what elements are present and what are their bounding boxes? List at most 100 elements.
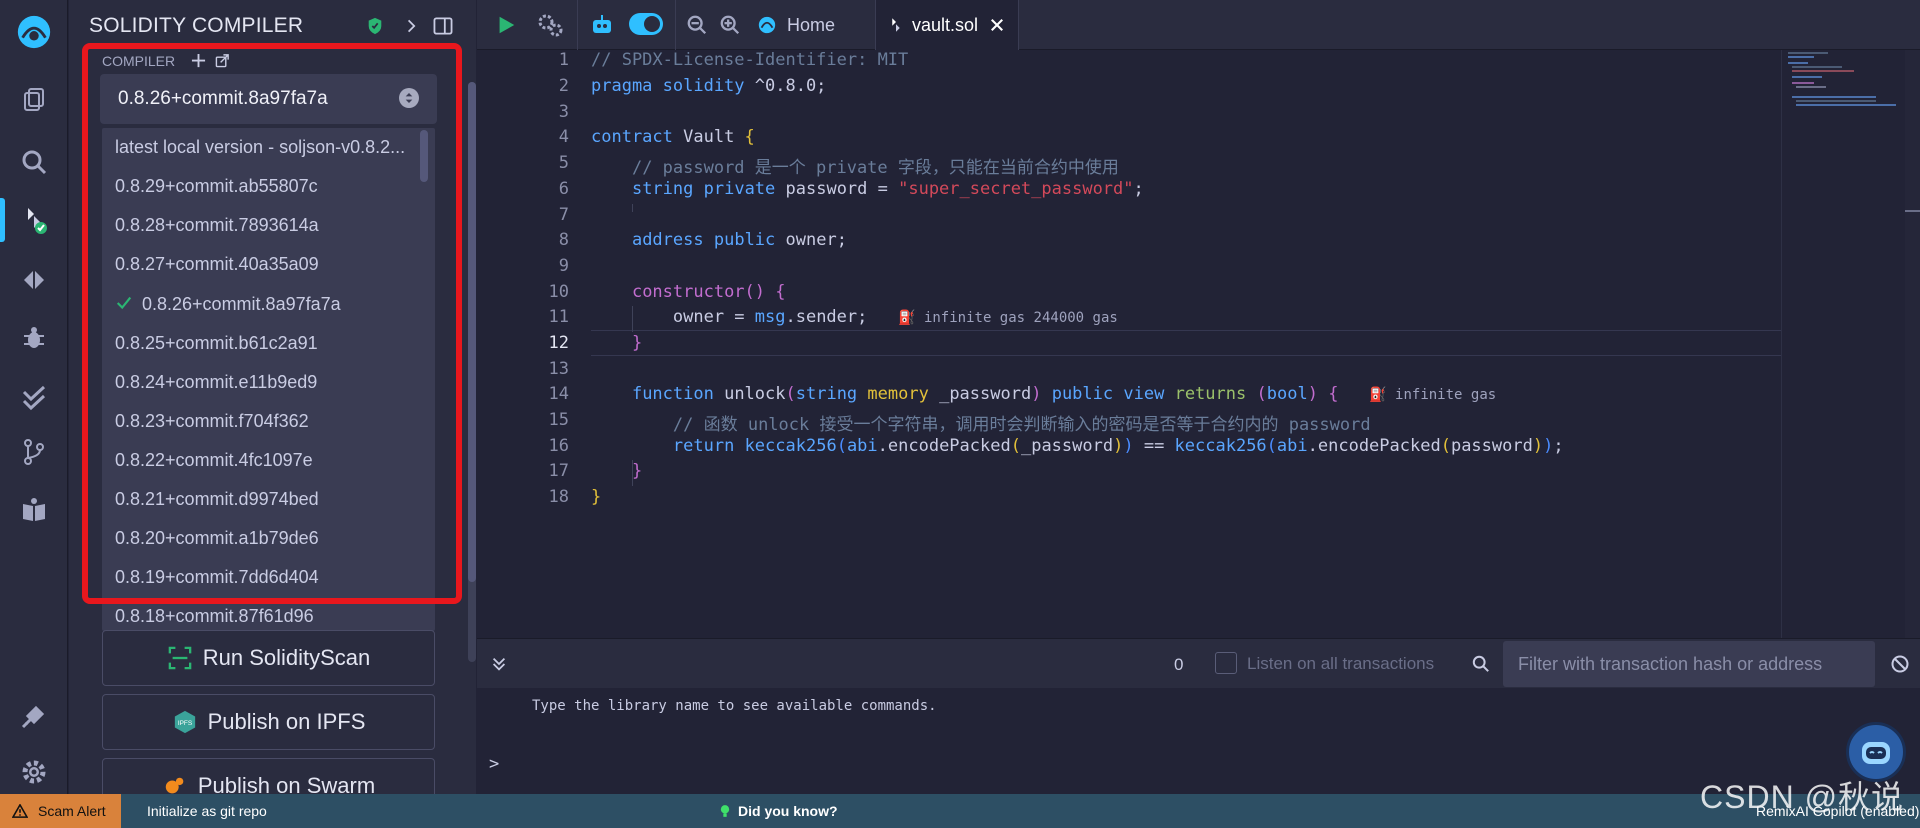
warning-icon — [12, 804, 28, 818]
code-line: // SPDX-License-Identifier: MIT — [591, 50, 909, 70]
tab-vault-sol[interactable]: vault.sol — [875, 0, 1020, 50]
gas-hint-text: infinite gas — [1395, 387, 1497, 403]
toggle-knob — [644, 16, 660, 32]
run-solidityscan-label: Run SolidityScan — [202, 645, 371, 670]
publish-swarm-button[interactable]: Publish on Swarm — [102, 758, 435, 794]
deploy-run-icon[interactable] — [14, 260, 54, 300]
line-number: 6 — [558, 179, 569, 199]
line-number: 9 — [558, 256, 569, 276]
listen-all-checkbox[interactable] — [1215, 652, 1237, 674]
side-panel: SOLIDITY COMPILER COMPILER 0.8.26+commit… — [69, 0, 476, 794]
code-line: return keccak256(abi.encodePacked(_passw… — [672, 436, 1564, 456]
highlight-annotation-frame — [82, 43, 462, 604]
side-panel-scrollbar[interactable] — [468, 82, 476, 662]
did-you-know-label: Did you know? — [738, 803, 838, 819]
remix-home-icon — [757, 15, 777, 35]
git-branch-icon[interactable] — [14, 432, 54, 472]
svg-text:IPFS: IPFS — [177, 720, 192, 727]
line-number: 15 — [548, 410, 569, 430]
collapse-terminal-icon[interactable] — [487, 652, 511, 676]
settings-icon[interactable] — [14, 752, 54, 792]
code-editor[interactable]: 1 2 3 4 5 6 7 8 9 10 11 12 13 14 15 16 1… — [477, 50, 1920, 638]
terminal-prompt[interactable]: > — [489, 754, 499, 774]
line-number: 8 — [558, 230, 569, 250]
code-line: contract Vault { — [591, 127, 755, 147]
csdn-watermark: CSDN @秋说 — [1700, 779, 1905, 815]
publish-ipfs-label: Publish on IPFS — [207, 709, 366, 734]
search-icon[interactable] — [14, 142, 54, 182]
toolbar-divider — [577, 0, 578, 50]
code-line: owner = msg.sender; ⛽ infinite gas 24400… — [591, 307, 1118, 327]
gas-estimate-hint: ⛽ infinite gas 244000 gas — [898, 310, 1118, 326]
learneth-icon[interactable] — [14, 490, 54, 530]
scam-alert-label: Scam Alert — [38, 803, 106, 819]
transaction-filter-input[interactable] — [1503, 641, 1875, 687]
transaction-filter-field[interactable] — [1503, 641, 1875, 687]
status-bar: Scam Alert Initialize as git repo Did yo… — [0, 794, 1920, 828]
line-number: 3 — [558, 102, 569, 122]
did-you-know-tip[interactable]: Did you know? — [720, 803, 838, 819]
gas-pump-icon: ⛽ — [1369, 387, 1387, 403]
debugger-icon[interactable] — [14, 318, 54, 358]
code-line: // password 是一个 private 字段，只能在当前合约中使用 — [631, 158, 1119, 178]
git-init-link[interactable]: Initialize as git repo — [147, 803, 267, 819]
file-explorer-icon[interactable] — [14, 80, 54, 120]
panel-title: SOLIDITY COMPILER — [89, 14, 304, 37]
plugin-manager-icon[interactable] — [14, 696, 54, 736]
scam-alert-button[interactable]: Scam Alert — [0, 794, 121, 828]
run-solidityscan-button[interactable]: Run SolidityScan — [102, 630, 435, 686]
solidity-static-analysis-icon[interactable] — [14, 378, 54, 418]
line-number: 17 — [548, 461, 569, 481]
code-line: // 函数 unlock 接受一个字符串，调用时会判断输入的密码是否等于合约内的… — [672, 415, 1371, 435]
line-number: 10 — [548, 282, 569, 302]
search-icon[interactable] — [1469, 652, 1493, 676]
close-tab-icon[interactable] — [990, 18, 1004, 32]
scan-icon — [167, 645, 193, 671]
line-number: 4 — [558, 127, 569, 147]
line-number-current: 12 — [548, 333, 569, 353]
code-line: pragma solidity ^0.8.0; — [591, 76, 827, 96]
zoom-out-icon[interactable] — [682, 10, 712, 40]
settings-gears-icon[interactable] — [535, 10, 565, 40]
line-number: 14 — [548, 384, 569, 404]
ai-toggle-switch[interactable] — [629, 13, 663, 35]
solidity-file-icon — [890, 17, 902, 33]
publish-ipfs-button[interactable]: IPFS Publish on IPFS — [102, 694, 435, 750]
shield-check-icon[interactable] — [363, 14, 387, 38]
code-line: } — [591, 487, 602, 507]
code-line: address public owner; — [631, 230, 847, 250]
toolbar-divider — [675, 0, 676, 50]
terminal-welcome-text: Type the library name to see available c… — [532, 698, 937, 714]
tab-home[interactable]: Home — [757, 0, 835, 50]
main-toolbar: Home vault.sol — [477, 0, 1920, 50]
pending-transactions-count: 0 — [1174, 655, 1184, 674]
clear-terminal-icon[interactable] — [1887, 651, 1913, 677]
code-minimap[interactable] — [1781, 50, 1905, 638]
line-number: 1 — [558, 50, 569, 70]
run-compile-icon[interactable] — [491, 10, 521, 40]
remix-logo-icon[interactable] — [14, 12, 54, 52]
listen-all-label: Listen on all transactions — [1247, 654, 1435, 673]
line-number-gutter: 1 2 3 4 5 6 7 8 9 10 11 12 13 14 15 16 1… — [477, 50, 591, 638]
code-line: } — [631, 333, 643, 353]
code-line: string private password = "super_secret_… — [631, 179, 1144, 199]
line-number: 5 — [558, 153, 569, 173]
current-line-highlight — [591, 330, 1781, 356]
ipfs-icon: IPFS — [172, 709, 198, 735]
line-number: 11 — [548, 307, 569, 327]
chevron-right-icon[interactable] — [399, 14, 423, 38]
ai-robot-icon[interactable] — [587, 10, 617, 40]
icon-rail — [0, 0, 68, 794]
active-plugin-indicator — [0, 198, 5, 242]
tab-home-label: Home — [787, 14, 836, 35]
gas-estimate-hint: ⛽ infinite gas — [1369, 387, 1496, 403]
indent-guide — [632, 204, 633, 212]
editor-vertical-scrollbar[interactable] — [1905, 50, 1920, 638]
lightbulb-icon — [720, 804, 730, 818]
solidity-compiler-icon[interactable] — [14, 200, 54, 240]
code-text-area[interactable]: // SPDX-License-Identifier: MIT pragma s… — [591, 50, 1781, 638]
toggle-panel-icon[interactable] — [431, 14, 455, 38]
line-number: 2 — [558, 76, 569, 96]
zoom-in-icon[interactable] — [715, 10, 745, 40]
line-number: 7 — [558, 205, 569, 225]
